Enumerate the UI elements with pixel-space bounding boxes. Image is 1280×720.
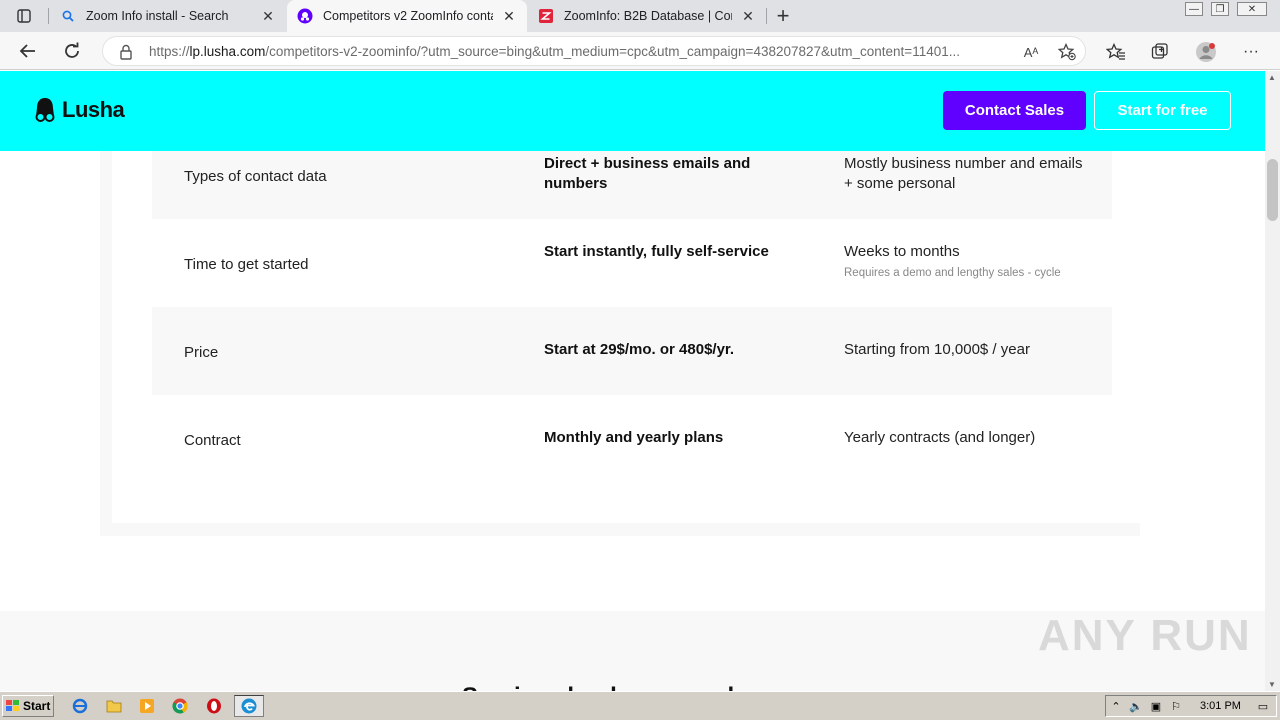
row-label: Contract xyxy=(184,432,241,449)
tab-search[interactable]: Zoom Info install - Search ✕ xyxy=(50,0,286,32)
tab-title: Zoom Info install - Search xyxy=(86,9,229,23)
read-aloud-icon[interactable]: Aᴬ xyxy=(1021,43,1041,61)
new-tab-icon[interactable]: + xyxy=(770,3,796,28)
edge-taskbar-button[interactable] xyxy=(234,695,264,717)
lusha-favicon-icon xyxy=(297,8,313,24)
refresh-icon[interactable] xyxy=(58,37,86,65)
media-player-icon[interactable] xyxy=(137,697,157,715)
zoominfo-cell: Weeks to months Requires a demo and leng… xyxy=(844,242,1084,280)
more-menu-icon[interactable]: ··· xyxy=(1240,41,1262,63)
windows-taskbar: Start ⌃ 🔈 ▣ ⚐ 3:01 PM ▭ xyxy=(0,691,1280,720)
system-tray: ⌃ 🔈 ▣ ⚐ 3:01 PM ▭ xyxy=(1105,695,1277,717)
row-label: Types of contact data xyxy=(184,168,327,185)
network-icon[interactable]: ▣ xyxy=(1146,698,1166,714)
zoominfo-value: Yearly contracts (and longer) xyxy=(844,429,1036,446)
chrome-icon[interactable] xyxy=(170,697,190,715)
page-scrollbar[interactable]: ▲ ▼ xyxy=(1265,71,1280,691)
scrollbar-thumb[interactable] xyxy=(1267,159,1278,221)
logo-text: Lusha xyxy=(62,97,125,122)
close-window-icon[interactable]: ✕ xyxy=(1237,2,1267,16)
close-icon[interactable]: ✕ xyxy=(501,8,517,24)
section-heading: Services landscape and xyxy=(462,683,734,691)
lusha-value: Direct + business emails and numbers xyxy=(544,155,751,192)
row-label: Time to get started xyxy=(184,256,309,273)
windows-flag-icon xyxy=(6,700,19,711)
anyrun-watermark: ANY RUN xyxy=(1038,611,1252,660)
table-row: Contract Monthly and yearly plans Yearly… xyxy=(152,395,1112,483)
zoominfo-note: Requires a demo and lengthy sales - cycl… xyxy=(844,267,1061,279)
table-row: Price Start at 29$/mo. or 480$/yr. Start… xyxy=(152,307,1112,395)
start-button[interactable]: Start xyxy=(2,695,54,717)
clock[interactable]: 3:01 PM xyxy=(1200,700,1241,712)
site-header: Lusha Contact Sales Start for free xyxy=(0,71,1265,151)
tab-separator xyxy=(48,8,49,24)
zoominfo-value: Starting from 10,000$ / year xyxy=(844,341,1030,358)
contact-sales-button[interactable]: Contact Sales xyxy=(943,91,1086,130)
zoominfo-favicon-icon xyxy=(538,8,554,24)
close-icon[interactable]: ✕ xyxy=(260,8,276,24)
scroll-up-icon[interactable]: ▲ xyxy=(1268,73,1276,82)
flag-notification-icon[interactable]: ⚐ xyxy=(1166,698,1186,714)
start-for-free-button[interactable]: Start for free xyxy=(1094,91,1231,130)
zoominfo-value: Mostly business number and emails + some… xyxy=(844,155,1083,192)
scroll-down-icon[interactable]: ▼ xyxy=(1268,680,1276,689)
lusha-value: Start instantly, fully self-service xyxy=(544,243,769,260)
tab-title: Competitors v2 ZoomInfo contac xyxy=(323,9,493,23)
tab-title: ZoomInfo: B2B Database | Comp xyxy=(564,9,732,23)
table-row: Time to get started Start instantly, ful… xyxy=(152,219,1112,307)
zoominfo-value: Weeks to months xyxy=(844,243,960,260)
add-favorite-icon[interactable] xyxy=(1057,43,1077,61)
browser-tabstrip: Zoom Info install - Search ✕ Competitors… xyxy=(0,0,1280,32)
show-desktop-icon[interactable]: ▭ xyxy=(1253,698,1273,714)
search-icon xyxy=(60,8,76,24)
ie-icon[interactable] xyxy=(70,697,90,715)
tab-lusha[interactable]: Competitors v2 ZoomInfo contac ✕ xyxy=(287,0,527,32)
favorites-icon[interactable] xyxy=(1105,41,1127,63)
lusha-value: Monthly and yearly plans xyxy=(544,429,724,446)
edge-icon xyxy=(241,698,257,714)
lusha-value: Start at 29$/mo. or 480$/yr. xyxy=(544,341,735,358)
minimize-icon[interactable]: — xyxy=(1185,2,1203,16)
explorer-folder-icon[interactable] xyxy=(104,697,124,715)
browser-toolbar: https://lp.lusha.com/competitors-v2-zoom… xyxy=(0,32,1280,70)
lusha-logo[interactable]: Lusha xyxy=(34,97,125,123)
page-viewport: Types of contact data Direct + business … xyxy=(0,71,1265,691)
tab-actions-icon[interactable] xyxy=(8,4,40,28)
url-text: https://lp.lusha.com/competitors-v2-zoom… xyxy=(149,44,960,59)
lock-icon xyxy=(119,44,133,60)
lusha-logo-icon xyxy=(35,98,55,122)
restore-icon[interactable]: ❐ xyxy=(1211,2,1229,16)
close-icon[interactable]: ✕ xyxy=(740,8,756,24)
volume-icon[interactable]: 🔈 xyxy=(1126,698,1146,714)
address-bar[interactable]: https://lp.lusha.com/competitors-v2-zoom… xyxy=(102,36,1086,66)
collections-icon[interactable] xyxy=(1149,41,1171,63)
tray-expand-icon[interactable]: ⌃ xyxy=(1106,698,1126,714)
profile-avatar-icon[interactable] xyxy=(1195,41,1217,63)
row-label: Price xyxy=(184,344,219,361)
start-label: Start xyxy=(23,699,51,713)
opera-icon[interactable] xyxy=(204,697,224,715)
tab-zoominfo[interactable]: ZoomInfo: B2B Database | Comp ✕ xyxy=(528,0,766,32)
tab-separator xyxy=(766,8,767,24)
back-icon[interactable] xyxy=(14,37,42,65)
